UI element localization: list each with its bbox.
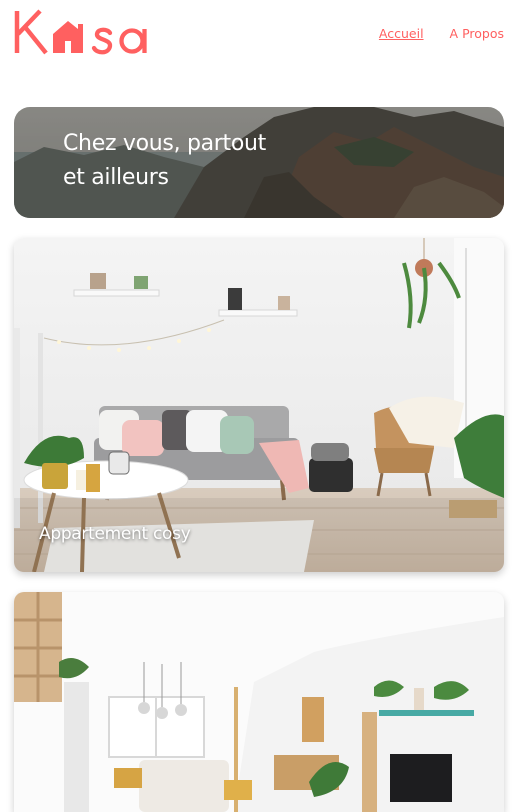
- house-icon: [53, 21, 83, 53]
- main-nav: Accueil A Propos: [379, 26, 504, 41]
- kasa-logo[interactable]: [13, 8, 163, 60]
- site-header: Accueil A Propos: [0, 0, 520, 70]
- hero-banner: Chez vous, partout et ailleurs: [14, 107, 504, 218]
- listing-title: Appartement cosy: [39, 524, 191, 544]
- listing-photo: [14, 238, 504, 572]
- listing-card[interactable]: Appartement cosy: [14, 238, 504, 572]
- listing-card[interactable]: [14, 592, 504, 812]
- banner-title-line-2: et ailleurs: [63, 165, 169, 190]
- nav-link-accueil[interactable]: Accueil: [379, 26, 424, 41]
- listing-photo: [14, 592, 504, 812]
- banner-title: Chez vous, partout et ailleurs: [63, 127, 323, 195]
- nav-link-a-propos[interactable]: A Propos: [450, 26, 504, 41]
- banner-title-line-1: Chez vous, partout: [63, 131, 266, 156]
